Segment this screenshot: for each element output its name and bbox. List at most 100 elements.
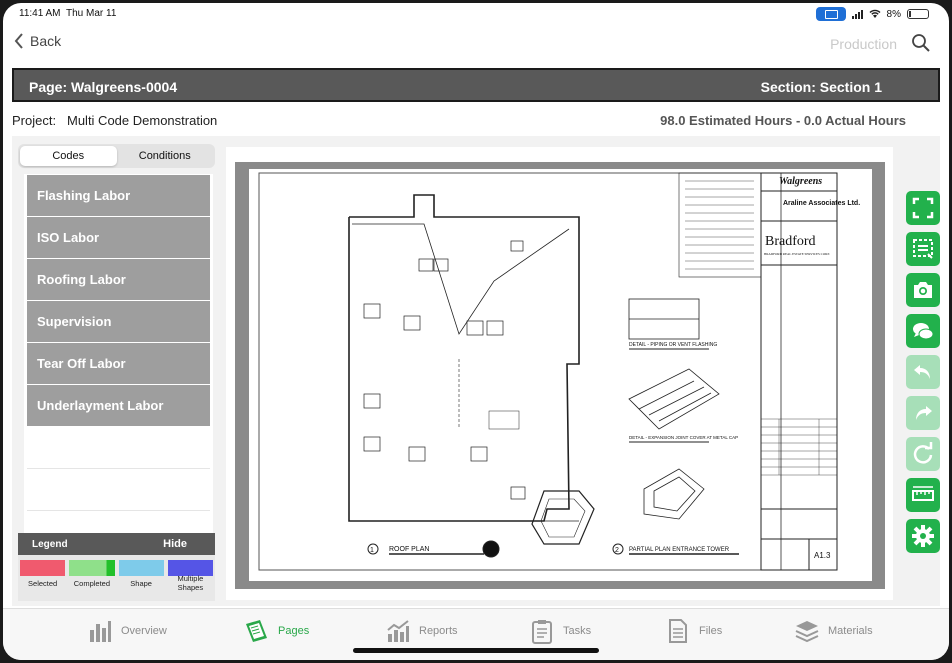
back-label: Back bbox=[30, 33, 62, 49]
firm-label: Araline Associates Ltd. bbox=[783, 200, 860, 207]
hours-summary: 98.0 Estimated Hours - 0.0 Actual Hours bbox=[660, 113, 906, 128]
legend-header: Legend Hide bbox=[18, 533, 215, 555]
measure-button[interactable] bbox=[906, 478, 940, 512]
blueprint-page[interactable]: Walgreens Araline Associates Ltd. Bradfo… bbox=[235, 162, 885, 589]
back-button[interactable]: Back bbox=[14, 33, 61, 49]
legend-label: Completed bbox=[73, 579, 111, 588]
client-sub-label: BRADFORD REAL ESTATE SERVICES CORP. bbox=[764, 252, 830, 256]
legend-swatch bbox=[20, 560, 66, 576]
gear-icon bbox=[912, 525, 934, 547]
production-button[interactable]: Production bbox=[830, 36, 897, 52]
status-bar: 11:41 AM Thu Mar 11 8% bbox=[3, 3, 949, 25]
legend-item-completed: Completed bbox=[69, 560, 115, 592]
status-time: 11:41 AM bbox=[19, 8, 61, 19]
tab-reports[interactable]: Reports bbox=[385, 618, 458, 644]
tab-label: Reports bbox=[419, 625, 458, 637]
tab-label: Tasks bbox=[563, 625, 592, 637]
clipboard-icon bbox=[532, 620, 552, 644]
legend-item-shape: Shape bbox=[118, 560, 164, 592]
undo-icon bbox=[914, 365, 930, 379]
status-right: 8% bbox=[815, 7, 929, 21]
fullscreen-icon bbox=[912, 197, 934, 219]
legend-swatch bbox=[69, 560, 115, 576]
legend-item-selected: Selected bbox=[20, 560, 66, 592]
undo-button[interactable] bbox=[906, 355, 940, 389]
brand-label: Walgreens bbox=[779, 176, 822, 187]
redo-button[interactable] bbox=[906, 396, 940, 430]
project-row: Project: Multi Code Demonstration 98.0 E… bbox=[12, 111, 940, 131]
tab-label: Files bbox=[699, 625, 723, 637]
wifi-icon bbox=[869, 9, 881, 18]
code-item-underlayment-labor[interactable]: Underlayment Labor bbox=[27, 385, 210, 426]
content-area: Codes Conditions Flashing Labor ISO Labo… bbox=[12, 136, 940, 606]
screen-mirroring-icon bbox=[815, 7, 846, 21]
tab-tasks[interactable]: Tasks bbox=[529, 618, 591, 644]
selection-button[interactable] bbox=[906, 232, 940, 266]
sheet-number: A1.3 bbox=[814, 551, 831, 560]
ipad-screen: 11:41 AM Thu Mar 11 8% Back Production P… bbox=[3, 3, 949, 660]
client-label: Bradford bbox=[765, 234, 816, 249]
fullscreen-button[interactable] bbox=[906, 191, 940, 225]
codes-conditions-toggle: Codes Conditions bbox=[18, 144, 215, 168]
tab-materials[interactable]: Materials bbox=[794, 618, 873, 644]
camera-button[interactable] bbox=[906, 273, 940, 307]
tab-conditions[interactable]: Conditions bbox=[117, 146, 214, 166]
legend-label: Multiple Shapes bbox=[177, 574, 204, 592]
search-icon[interactable] bbox=[911, 33, 931, 53]
detail-1-title: DETAIL - PIPING OR VENT FLASHING bbox=[629, 342, 717, 348]
code-item-supervision[interactable]: Supervision bbox=[27, 301, 210, 342]
marker-2: 2 bbox=[615, 547, 619, 554]
status-date: Thu Mar 11 bbox=[66, 8, 117, 19]
cellular-icon bbox=[851, 9, 863, 19]
tab-codes[interactable]: Codes bbox=[20, 146, 117, 166]
legend-panel: Legend Hide Selected Completed Shape Mul… bbox=[18, 533, 215, 601]
refresh-icon bbox=[913, 442, 933, 464]
roof-plan-drawing: Walgreens Araline Associates Ltd. Bradfo… bbox=[258, 172, 860, 571]
legend-swatch bbox=[118, 560, 164, 576]
chat-icon bbox=[913, 323, 934, 340]
code-item-flashing-labor[interactable]: Flashing Labor bbox=[27, 175, 210, 216]
settings-button[interactable] bbox=[906, 519, 940, 553]
files-icon bbox=[669, 619, 687, 643]
refresh-button[interactable] bbox=[906, 437, 940, 471]
legend-title: Legend bbox=[32, 539, 68, 550]
section-name: Section: Section 1 bbox=[760, 79, 882, 95]
battery-percent: 8% bbox=[886, 8, 901, 20]
drawing-viewer[interactable]: Walgreens Araline Associates Ltd. Bradfo… bbox=[226, 147, 893, 600]
page-name: Page: Walgreens-0004 bbox=[29, 79, 178, 95]
home-indicator[interactable] bbox=[353, 648, 599, 653]
list-item bbox=[27, 427, 210, 469]
camera-icon bbox=[914, 282, 932, 298]
legend-label: Shape bbox=[130, 579, 152, 588]
project-name: Multi Code Demonstration bbox=[67, 113, 218, 128]
list-item bbox=[27, 469, 210, 511]
legend-swatches: Selected Completed Shape Multiple Shapes bbox=[18, 555, 215, 592]
pages-icon bbox=[246, 620, 267, 642]
tab-pages[interactable]: Pages bbox=[244, 618, 309, 644]
legend-label: Selected bbox=[28, 579, 58, 588]
code-item-iso-labor[interactable]: ISO Labor bbox=[27, 217, 210, 258]
blueprint-sheet: Walgreens Araline Associates Ltd. Bradfo… bbox=[249, 169, 872, 581]
code-item-tear-off-labor[interactable]: Tear Off Labor bbox=[27, 343, 210, 384]
comments-button[interactable] bbox=[906, 314, 940, 348]
tower-title: PARTIAL PLAN ENTRANCE TOWER bbox=[629, 547, 730, 553]
nav-bar: Back Production bbox=[3, 25, 949, 65]
redo-icon bbox=[916, 406, 932, 420]
reports-icon bbox=[387, 620, 409, 642]
tab-overview[interactable]: Overview bbox=[87, 618, 167, 644]
tab-label: Pages bbox=[278, 625, 310, 637]
code-item-roofing-labor[interactable]: Roofing Labor bbox=[27, 259, 210, 300]
chevron-left-icon bbox=[14, 33, 23, 49]
ruler-icon bbox=[912, 486, 934, 501]
page-header: Page: Walgreens-0004 Section: Section 1 bbox=[12, 68, 940, 102]
tab-files[interactable]: Files bbox=[665, 618, 722, 644]
legend-hide-button[interactable]: Hide bbox=[163, 538, 187, 550]
roof-plan-title: ROOF PLAN bbox=[389, 546, 429, 553]
detail-2-title: DETAIL - EXPANSION JOINT COVER AT METAL … bbox=[629, 435, 738, 440]
tab-label: Overview bbox=[121, 625, 167, 637]
marker-1: 1 bbox=[370, 547, 374, 554]
bar-chart-icon bbox=[90, 621, 111, 642]
tool-column bbox=[906, 191, 942, 560]
tab-label: Materials bbox=[828, 625, 873, 637]
project-label: Project: bbox=[12, 113, 57, 128]
